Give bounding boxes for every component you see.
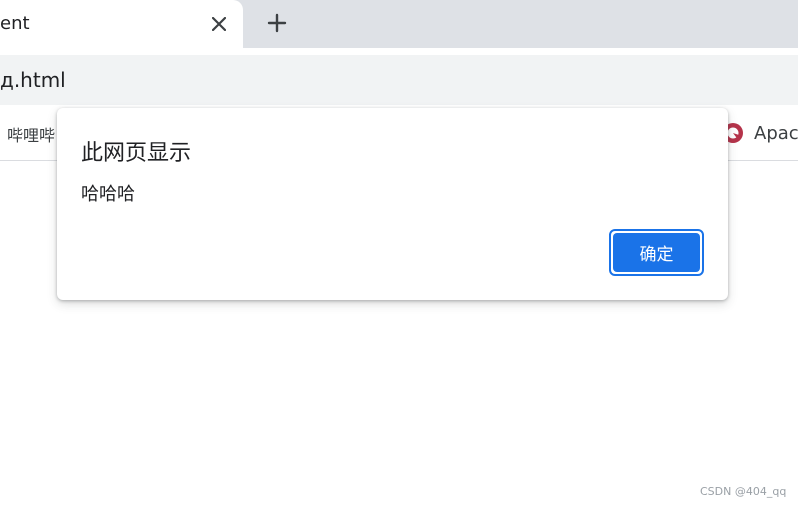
- bookmark-item-apache-label: Apac: [754, 122, 798, 144]
- browser-window: ent д.html 哔哩哔 Apac 此网页显示 哈哈哈 确定 CSDN @4…: [0, 0, 798, 507]
- bookmark-item-apache[interactable]: Apac: [722, 122, 798, 144]
- plus-icon[interactable]: [262, 8, 292, 38]
- active-tab[interactable]: ent: [0, 0, 243, 48]
- alert-dialog: 此网页显示 哈哈哈 确定: [57, 108, 728, 300]
- bookmark-item-left[interactable]: 哔哩哔: [7, 122, 55, 146]
- toolbar: д.html: [0, 48, 798, 106]
- tab-title: ent: [0, 13, 30, 34]
- dialog-title: 此网页显示: [81, 141, 192, 166]
- ok-button[interactable]: 确定: [609, 229, 704, 276]
- address-bar-url: д.html: [0, 68, 66, 92]
- tab-strip: ent: [0, 0, 798, 48]
- close-icon[interactable]: [207, 12, 231, 36]
- watermark: CSDN @404_qq: [700, 485, 787, 498]
- ok-button-label: 确定: [613, 233, 700, 272]
- address-bar[interactable]: д.html: [0, 55, 798, 105]
- dialog-message: 哈哈哈: [81, 184, 135, 205]
